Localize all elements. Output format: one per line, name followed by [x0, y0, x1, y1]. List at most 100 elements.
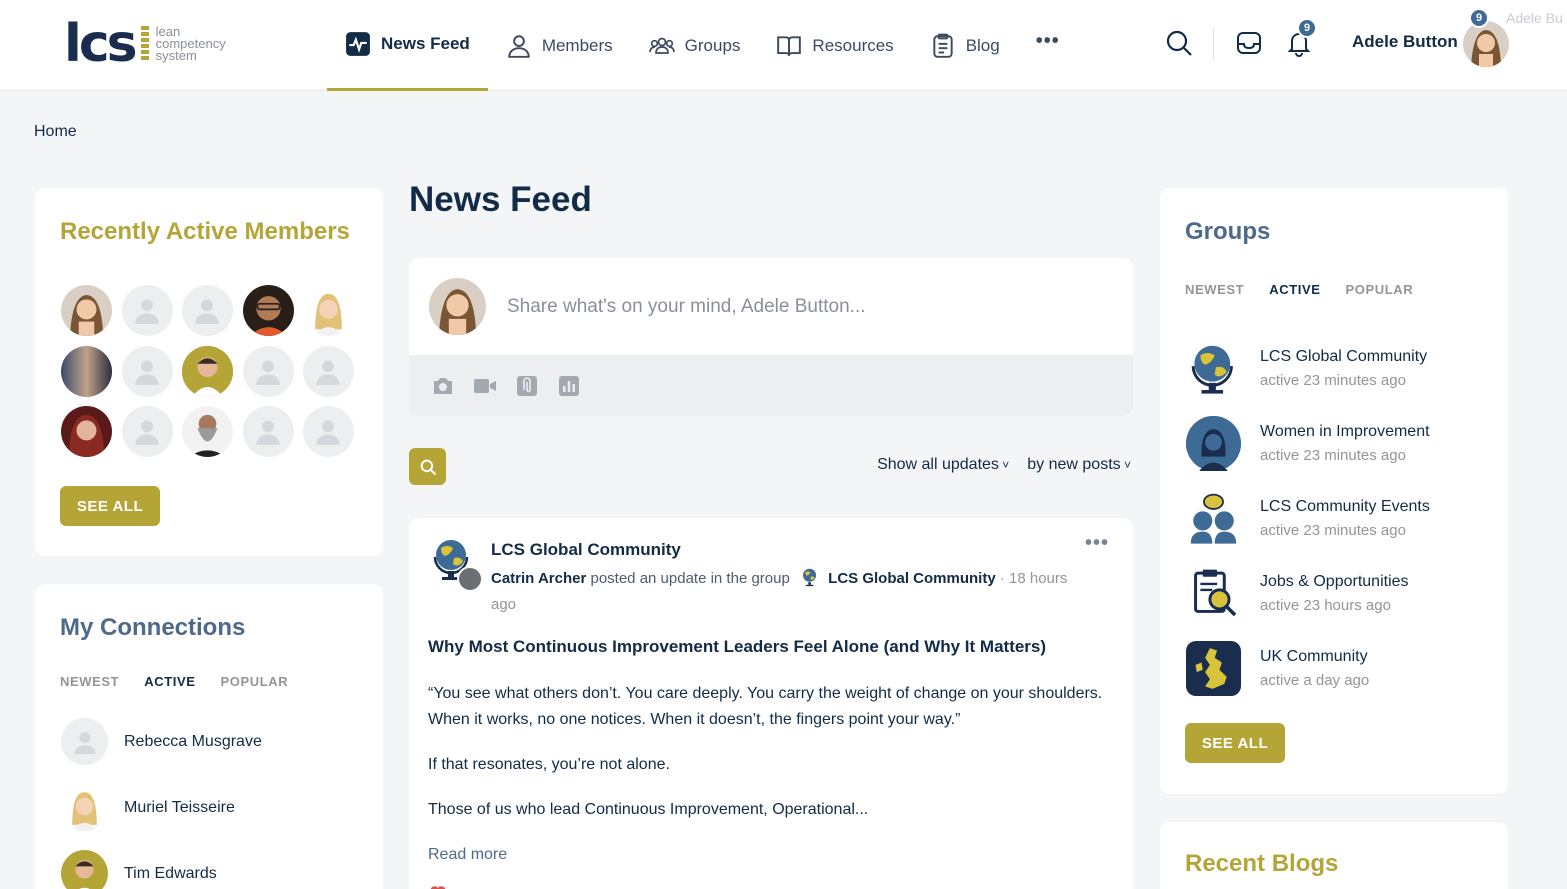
group-name[interactable]: UK Community	[1260, 645, 1369, 669]
member-avatar[interactable]	[182, 406, 233, 457]
member-avatar-placeholder[interactable]	[303, 345, 354, 397]
read-more-link[interactable]: Read more	[428, 842, 1108, 868]
show-updates-dropdown[interactable]: Show all updates	[877, 456, 1009, 474]
main-nav: News Feed Members Groups Resources Blog …	[327, 0, 1078, 91]
nav-news-feed[interactable]: News Feed	[327, 0, 488, 91]
user-avatar[interactable]	[1463, 21, 1509, 67]
see-all-members-button[interactable]: SEE ALL	[60, 486, 160, 526]
tab-popular[interactable]: POPULAR	[221, 674, 289, 689]
breadcrumb[interactable]: Home	[34, 123, 77, 141]
people-icon	[648, 37, 675, 54]
group-item[interactable]: Women in Improvement active 23 minutes ag…	[1186, 416, 1430, 471]
camera-icon[interactable]	[431, 374, 455, 398]
post-paragraph: “You see what others don’t. You care dee…	[428, 685, 1103, 728]
connection-item[interactable]: Rebecca Musgrave	[61, 718, 262, 765]
member-avatar-placeholder[interactable]	[121, 285, 173, 336]
tab-newest[interactable]: NEWEST	[60, 674, 119, 689]
group-name[interactable]: Women in Improvement	[1260, 420, 1430, 444]
member-avatar[interactable]	[242, 285, 294, 336]
group-name[interactable]: LCS Global Community	[1260, 345, 1427, 369]
composer-placeholder[interactable]: Share what's on your mind, Adele Button.…	[507, 296, 866, 318]
recent-members-title: Recently Active Members	[60, 218, 350, 245]
feed-filters: Show all updates by new posts	[877, 456, 1131, 474]
header-divider	[1213, 28, 1214, 60]
post-time: · 18 hours	[999, 570, 1068, 587]
feed-search-button[interactable]	[409, 448, 446, 485]
author-avatar[interactable]	[457, 566, 483, 592]
connection-name[interactable]: Tim Edwards	[124, 865, 217, 883]
pulse-icon	[346, 32, 370, 56]
woman-icon	[1186, 416, 1241, 471]
top-header: lcs lean competency system News Feed Mem…	[0, 0, 1567, 91]
logo-words: lean competency system	[155, 24, 226, 63]
tab-active[interactable]: ACTIVE	[1269, 282, 1320, 297]
post-composer: Share what's on your mind, Adele Button.…	[409, 258, 1133, 416]
search-icon[interactable]	[1164, 28, 1194, 58]
member-avatar[interactable]	[61, 285, 112, 336]
job-search-icon	[1186, 566, 1241, 621]
member-avatar[interactable]	[303, 285, 354, 336]
search-icon	[420, 459, 436, 475]
group-item[interactable]: LCS Community Events active 23 minutes ag…	[1186, 491, 1430, 546]
composer-toolbar	[409, 355, 1133, 416]
recent-members-card: Recently Active Members SEE ALL	[35, 188, 383, 556]
see-all-groups-button[interactable]: SEE ALL	[1185, 723, 1285, 763]
post-author[interactable]: Catrin Archer	[491, 570, 586, 587]
person-icon	[508, 34, 530, 58]
activity-post: LCS Global Community ••• Catrin Archer p…	[409, 518, 1133, 889]
heart-icon[interactable]	[428, 883, 448, 889]
connections-tabs: NEWEST ACTIVE POPULAR	[60, 674, 288, 689]
group-activity: active a day ago	[1260, 671, 1370, 689]
tab-popular[interactable]: POPULAR	[1346, 282, 1414, 297]
member-avatar-placeholder[interactable]	[242, 345, 294, 397]
groups-title: Groups	[1185, 218, 1271, 245]
site-logo[interactable]: lcs lean competency system	[64, 18, 226, 70]
group-item[interactable]: LCS Global Community active 23 minutes ag…	[1186, 341, 1427, 396]
tab-newest[interactable]: NEWEST	[1185, 282, 1244, 297]
ghost-user-label: Adele Bu	[1506, 10, 1563, 26]
member-avatar-placeholder[interactable]	[121, 345, 173, 397]
member-avatar-placeholder[interactable]	[182, 285, 233, 336]
member-avatar[interactable]	[61, 345, 112, 397]
document-icon	[933, 33, 953, 58]
post-group-name[interactable]: LCS Global Community	[491, 540, 681, 560]
member-avatar-placeholder[interactable]	[303, 406, 354, 457]
group-item[interactable]: UK Community active a day ago	[1186, 641, 1369, 696]
tab-active[interactable]: ACTIVE	[144, 674, 195, 689]
recent-blogs-card: Recent Blogs	[1160, 822, 1508, 889]
inbox-icon[interactable]	[1234, 28, 1264, 58]
connection-item[interactable]: Tim Edwards	[61, 850, 217, 889]
poll-icon[interactable]	[557, 374, 581, 398]
connection-item[interactable]: Muriel Teisseire	[61, 784, 235, 831]
connection-avatar	[61, 850, 108, 889]
member-avatar-placeholder[interactable]	[242, 406, 294, 457]
composer-input-area[interactable]: Share what's on your mind, Adele Button.…	[409, 258, 1133, 355]
nav-blog[interactable]: Blog	[912, 0, 1018, 91]
connection-name[interactable]: Muriel Teisseire	[124, 799, 235, 817]
user-avatar-badge: 9	[1469, 8, 1489, 28]
nav-groups[interactable]: Groups	[631, 0, 759, 91]
member-avatar[interactable]	[182, 345, 233, 397]
member-avatar[interactable]	[61, 406, 112, 457]
nav-members[interactable]: Members	[488, 0, 631, 91]
sort-order-dropdown[interactable]: by new posts	[1027, 456, 1131, 474]
video-icon[interactable]	[473, 374, 497, 398]
post-time-suffix: ago	[491, 596, 517, 613]
post-group-link[interactable]: LCS Global Community	[828, 570, 996, 587]
attachment-icon[interactable]	[515, 374, 539, 398]
post-paragraph: If that resonates, you’re not alone.	[428, 756, 670, 773]
group-name[interactable]: LCS Community Events	[1260, 495, 1430, 519]
groups-tabs: NEWEST ACTIVE POPULAR	[1185, 282, 1413, 297]
conversation-icon	[1186, 491, 1241, 546]
connection-name[interactable]: Rebecca Musgrave	[124, 733, 262, 751]
group-item[interactable]: Jobs & Opportunities active 23 hours ago	[1186, 566, 1409, 621]
member-avatar-placeholder[interactable]	[121, 406, 173, 457]
user-name[interactable]: Adele Button	[1352, 32, 1458, 52]
post-options-button[interactable]: •••	[1085, 532, 1109, 555]
my-connections-card: My Connections NEWEST ACTIVE POPULAR Reb…	[35, 584, 383, 889]
connection-avatar-placeholder	[61, 718, 108, 765]
nav-more-button[interactable]: •••	[1018, 0, 1078, 91]
groups-card: Groups NEWEST ACTIVE POPULAR LCS Global …	[1160, 188, 1508, 794]
nav-resources[interactable]: Resources	[758, 0, 911, 91]
group-name[interactable]: Jobs & Opportunities	[1260, 570, 1409, 594]
